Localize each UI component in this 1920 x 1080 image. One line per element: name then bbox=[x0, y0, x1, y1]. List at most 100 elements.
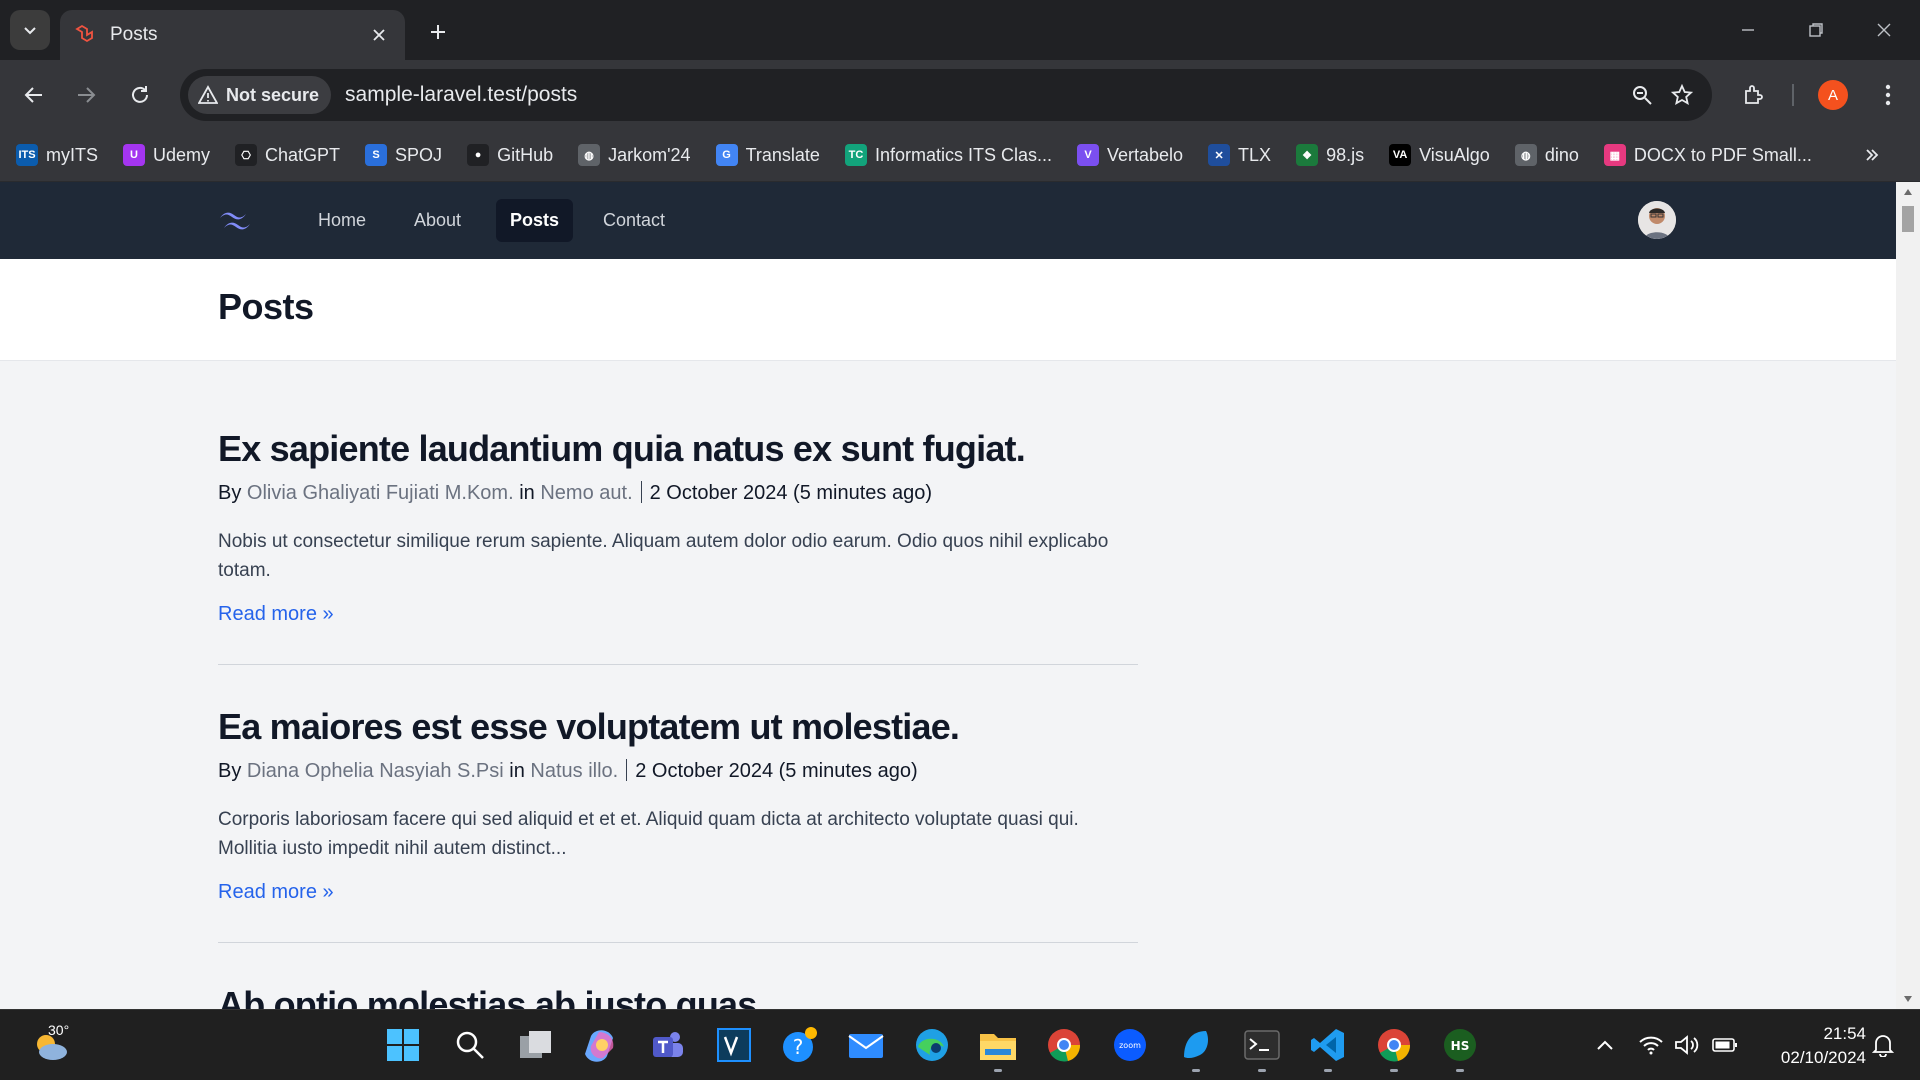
url-text[interactable]: sample-laravel.test/posts bbox=[345, 83, 1622, 107]
bookmark-item[interactable]: S SPOJ bbox=[365, 144, 442, 166]
chrome-profile-button[interactable] bbox=[1371, 1022, 1417, 1072]
more-bookmarks-button[interactable] bbox=[1860, 143, 1884, 167]
user-avatar[interactable] bbox=[1638, 201, 1676, 239]
close-tab-icon[interactable] bbox=[367, 23, 391, 47]
post-author-link[interactable]: Olivia Ghaliyati Fujiati M.Kom. bbox=[247, 482, 514, 504]
teams-button[interactable] bbox=[645, 1022, 691, 1068]
zoom-button[interactable] bbox=[1622, 75, 1662, 115]
bookmark-item[interactable]: G Translate bbox=[715, 144, 820, 166]
chrome-button[interactable] bbox=[1041, 1022, 1087, 1068]
site-info-button[interactable]: Not secure bbox=[188, 76, 332, 114]
globe-icon: ◍ bbox=[578, 144, 601, 166]
spoj-icon: S bbox=[365, 144, 388, 166]
reload-button[interactable] bbox=[120, 75, 160, 115]
zoom-meetings-icon: zoom bbox=[1114, 1029, 1146, 1061]
bookmark-item[interactable]: TC Informatics ITS Clas... bbox=[844, 144, 1052, 166]
task-view-button[interactable] bbox=[513, 1022, 559, 1068]
post-date: 2 October 2024 (5 minutes ago) bbox=[635, 760, 918, 782]
restore-button[interactable] bbox=[1796, 12, 1836, 48]
tab-search-button[interactable] bbox=[10, 10, 50, 50]
copilot-button[interactable] bbox=[579, 1022, 625, 1068]
edge-button[interactable] bbox=[909, 1022, 955, 1068]
task-view-icon bbox=[520, 1031, 551, 1058]
notifications-button[interactable] bbox=[1870, 1032, 1896, 1058]
post-title[interactable]: Ab optio molestias ab iusto quas. bbox=[218, 983, 1138, 1009]
tab-title: Posts bbox=[110, 24, 158, 45]
bookmark-star-button[interactable] bbox=[1662, 75, 1702, 115]
chevron-down-icon bbox=[24, 27, 36, 35]
toolbar-divider bbox=[1792, 84, 1794, 106]
file-explorer-button[interactable] bbox=[975, 1022, 1021, 1072]
close-icon bbox=[1877, 23, 1891, 37]
back-button[interactable] bbox=[14, 75, 54, 115]
browser-tab-posts[interactable]: Posts bbox=[60, 10, 405, 60]
bookmark-item[interactable]: ◍ Jarkom'24 bbox=[578, 144, 691, 166]
bookmark-item[interactable]: ITS myITS bbox=[16, 144, 98, 166]
bookmark-item[interactable]: ❖ 98.js bbox=[1296, 144, 1364, 166]
bookmark-item[interactable]: ◍ dino bbox=[1514, 144, 1579, 166]
bookmark-label: SPOJ bbox=[395, 144, 443, 165]
user-photo-icon bbox=[1638, 201, 1676, 239]
weather-temperature: 30° bbox=[48, 1022, 70, 1038]
get-help-button[interactable]: ? bbox=[777, 1022, 823, 1068]
bookmark-label: Udemy bbox=[153, 144, 211, 165]
bookmark-item[interactable]: ✕ TLX bbox=[1208, 144, 1271, 166]
scroll-down-icon[interactable] bbox=[1903, 995, 1913, 1003]
bookmark-item[interactable]: U Udemy bbox=[123, 144, 210, 166]
bookmark-item[interactable]: ⎔ ChatGPT bbox=[235, 144, 340, 166]
nav-contact[interactable]: Contact bbox=[589, 199, 679, 242]
new-tab-button[interactable] bbox=[420, 14, 456, 50]
bookmark-item[interactable]: ● GitHub bbox=[467, 144, 553, 166]
warning-icon bbox=[198, 85, 218, 104]
battery-icon bbox=[1712, 1038, 1737, 1052]
post-author-link[interactable]: Diana Ophelia Nasyiah S.Psi bbox=[247, 760, 504, 782]
scroll-thumb[interactable] bbox=[1902, 206, 1914, 232]
wifi-icon bbox=[1639, 1036, 1663, 1055]
show-hidden-icons-button[interactable] bbox=[1592, 1032, 1618, 1058]
bookmark-item[interactable]: V Vertabelo bbox=[1076, 144, 1183, 166]
clock-date: 02/10/2024 bbox=[1780, 1048, 1866, 1067]
nav-home[interactable]: Home bbox=[304, 199, 380, 242]
post-title[interactable]: Ea maiores est esse voluptatem ut molest… bbox=[218, 705, 1138, 749]
zoom-app-button[interactable]: zoom bbox=[1107, 1022, 1153, 1068]
nav-about[interactable]: About bbox=[400, 199, 475, 242]
scroll-up-icon[interactable] bbox=[1903, 188, 1913, 196]
mysql-workbench-button[interactable] bbox=[1173, 1022, 1219, 1072]
search-button[interactable] bbox=[447, 1022, 493, 1068]
start-button[interactable] bbox=[380, 1022, 426, 1068]
read-more-link[interactable]: Read more » bbox=[218, 881, 334, 904]
nav-posts[interactable]: Posts bbox=[496, 199, 574, 242]
extensions-button[interactable] bbox=[1734, 75, 1774, 115]
minimize-button[interactable] bbox=[1728, 12, 1768, 48]
wifi-status[interactable] bbox=[1638, 1032, 1664, 1058]
browser-menu-button[interactable] bbox=[1868, 75, 1908, 115]
post-item: Ea maiores est esse voluptatem ut molest… bbox=[218, 705, 1138, 943]
terminal-button[interactable] bbox=[1239, 1022, 1285, 1072]
forward-button[interactable] bbox=[66, 75, 106, 115]
battery-status[interactable] bbox=[1712, 1032, 1738, 1058]
post-category-link[interactable]: Natus illo. bbox=[530, 760, 618, 782]
volume-status[interactable] bbox=[1674, 1032, 1700, 1058]
bookmark-label: GitHub bbox=[497, 144, 554, 165]
visualgo-icon: VA bbox=[1389, 144, 1412, 166]
hs-app-button[interactable]: HS bbox=[1437, 1022, 1483, 1072]
visual-paradigm-button[interactable] bbox=[711, 1022, 757, 1068]
search-icon bbox=[456, 1031, 484, 1059]
system-clock[interactable]: 21:54 02/10/2024 bbox=[1752, 1022, 1866, 1070]
address-bar[interactable]: Not secure sample-laravel.test/posts bbox=[180, 69, 1712, 121]
close-window-button[interactable] bbox=[1864, 12, 1904, 48]
in-label: in bbox=[509, 760, 525, 782]
profile-button[interactable]: A bbox=[1813, 75, 1853, 115]
page-scrollbar[interactable] bbox=[1896, 182, 1920, 1009]
read-more-link[interactable]: Read more » bbox=[218, 603, 334, 626]
vscode-button[interactable] bbox=[1305, 1022, 1351, 1072]
tailwind-logo-icon[interactable] bbox=[216, 202, 256, 238]
post-title[interactable]: Ex sapiente laudantium quia natus ex sun… bbox=[218, 427, 1138, 471]
bookmark-item[interactable]: VA VisuAlgo bbox=[1389, 144, 1490, 166]
dolphin-icon bbox=[1184, 1031, 1208, 1059]
post-item: Ab optio molestias ab iusto quas. bbox=[218, 983, 1138, 1009]
mail-button[interactable] bbox=[843, 1022, 889, 1068]
post-category-link[interactable]: Nemo aut. bbox=[540, 482, 632, 504]
bookmark-item[interactable]: ▦ DOCX to PDF Small... bbox=[1603, 144, 1812, 166]
running-indicator bbox=[994, 1069, 1002, 1072]
